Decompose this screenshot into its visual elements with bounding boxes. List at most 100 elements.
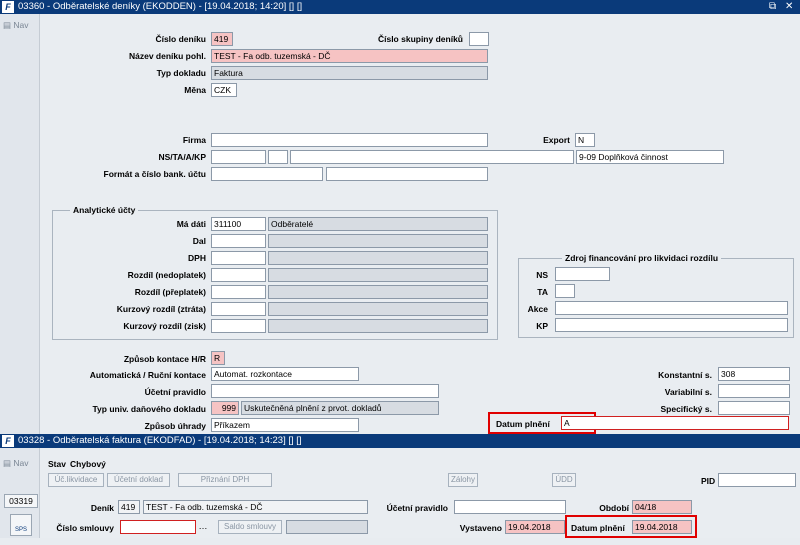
group-zdroj-title: Zdroj financování pro likvidaci rozdílu <box>562 253 722 263</box>
label-obdobi: Období <box>599 503 629 513</box>
window1-title: 03360 - Odběratelské deníky (EKODDEN) - … <box>18 1 303 12</box>
label-datum-plneni: Datum plnění <box>496 419 550 429</box>
field-pid[interactable] <box>718 473 796 487</box>
app-logo-icon-2: F <box>2 435 14 447</box>
field-cislo-deniku[interactable]: 419 <box>211 32 233 46</box>
field-kurz-zisk-name <box>268 319 488 333</box>
restore-icon[interactable]: ⧉ <box>769 0 776 14</box>
field-zdroj-kp[interactable] <box>555 318 788 332</box>
label-pid: PID <box>701 476 716 486</box>
label-variabilni: Variabilní s. <box>664 387 712 397</box>
field-kurz-ztrata-name <box>268 302 488 316</box>
close-icon[interactable]: ✕ <box>785 0 793 14</box>
field-zdroj-ta[interactable] <box>555 284 575 298</box>
field-dph-code[interactable] <box>211 251 266 265</box>
field-obdobi[interactable]: 04/18 <box>632 500 692 514</box>
side-code[interactable]: 03319 <box>4 494 38 508</box>
field-rozdil-ned-code[interactable] <box>211 268 266 282</box>
label-cislo-deniku: Číslo deníku <box>155 34 206 44</box>
field-dal-code[interactable] <box>211 234 266 248</box>
field-zpusob-uhrady[interactable]: Příkazem <box>211 418 359 432</box>
label-export: Export <box>543 135 570 145</box>
field-kurz-zisk-code[interactable] <box>211 319 266 333</box>
field-ucetni-pravidlo-2[interactable] <box>454 500 566 514</box>
label-typ-dokladu: Typ dokladu <box>156 68 206 78</box>
field-zpusob-kontace[interactable]: R <box>211 351 225 365</box>
ucetni-doklad-button[interactable]: Účetní doklad <box>107 473 170 487</box>
label-ma-dati: Má dáti <box>176 219 206 229</box>
window1-nav-column <box>0 14 40 434</box>
saldo-smlouvy-button[interactable]: Saldo smlouvy <box>218 520 282 534</box>
label-zdroj-ta: TA <box>537 287 548 297</box>
udd-button[interactable]: ÚDD <box>552 473 576 487</box>
field-auto-rucni[interactable]: Automat. rozkontace <box>211 367 359 381</box>
field-export[interactable]: N <box>575 133 595 147</box>
field-vystaveno[interactable]: 19.04.2018 <box>505 520 565 534</box>
field-typ-univ-name: Uskutečněná plnění z prvot. dokladů <box>241 401 439 415</box>
label-zpusob-kontace: Způsob kontace H/R <box>123 354 206 364</box>
app-logo-icon: F <box>2 1 14 13</box>
label-ucetni-pravidlo-2: Účetní pravidlo <box>386 503 448 513</box>
field-cislo-smlouvy[interactable] <box>120 520 196 534</box>
label-rozdil-preplatek: Rozdíl (přeplatek) <box>134 287 206 297</box>
field-datum-plneni-2[interactable]: 19.04.2018 <box>632 520 692 534</box>
sps-icon[interactable]: SPS <box>10 514 32 536</box>
field-zdroj-akce[interactable] <box>555 301 788 315</box>
stav-label: Stav <box>48 459 66 469</box>
window2-nav-button[interactable]: ▤ Nav <box>3 458 35 470</box>
field-kp[interactable]: 9-09 Doplňková činnost <box>576 150 724 164</box>
window1-nav-button[interactable]: ▤ Nav <box>3 20 35 32</box>
nav-icon: ▤ <box>3 20 12 30</box>
field-ns[interactable] <box>211 150 266 164</box>
field-dal-name <box>268 234 488 248</box>
field-ma-dati-name: Odběratelé <box>268 217 488 231</box>
field-rozdil-ned-name <box>268 268 488 282</box>
window2-titlebar: F 03328 - Odběratelská faktura (EKODFAD)… <box>0 434 800 448</box>
field-akce[interactable] <box>290 150 574 164</box>
field-rozdil-pre-code[interactable] <box>211 285 266 299</box>
window1-titlebar: F 03360 - Odběratelské deníky (EKODDEN) … <box>0 0 800 14</box>
label-kurz-ztrata: Kurzový rozdíl (ztráta) <box>116 304 206 314</box>
field-specificky[interactable] <box>718 401 790 415</box>
field-variabilni[interactable] <box>718 384 790 398</box>
label-vystaveno: Vystaveno <box>459 523 502 533</box>
field-format-2[interactable] <box>326 167 488 181</box>
field-typ-univ-code[interactable]: 999 <box>211 401 239 415</box>
field-denik-name: TEST - Fa odb. tuzemská - DČ <box>143 500 368 514</box>
label-firma: Firma <box>182 135 206 145</box>
label-specificky: Specifický s. <box>660 404 712 414</box>
field-firma[interactable] <box>211 133 488 147</box>
label-typ-univ: Typ univ. daňového dokladu <box>92 404 207 414</box>
field-rozdil-pre-name <box>268 285 488 299</box>
field-mena[interactable]: CZK <box>211 83 237 97</box>
uc-likvidace-button[interactable]: Úč.likvidace <box>48 473 104 487</box>
field-saldo <box>286 520 368 534</box>
field-ta[interactable] <box>268 150 288 164</box>
label-dal: Dal <box>192 236 206 246</box>
nav-label: Nav <box>13 20 29 30</box>
label-datum-plneni-2: Datum plnění <box>571 523 625 533</box>
label-zdroj-ns: NS <box>536 270 548 280</box>
ellipsis-button[interactable]: … <box>198 520 208 534</box>
nav-label-2: Nav <box>13 458 29 468</box>
zalohy-button[interactable]: Zálohy <box>448 473 478 487</box>
window2-title: 03328 - Odběratelská faktura (EKODFAD) -… <box>18 435 302 446</box>
field-konstantni[interactable]: 308 <box>718 367 790 381</box>
field-cislo-skupiny[interactable] <box>469 32 489 46</box>
label-cislo-smlouvy: Číslo smlouvy <box>56 523 114 533</box>
field-zdroj-ns[interactable] <box>555 267 610 281</box>
field-kurz-ztrata-code[interactable] <box>211 302 266 316</box>
label-denik: Deník <box>90 503 114 513</box>
label-konstantni: Konstantní s. <box>658 370 712 380</box>
stav-value: Chybový <box>70 459 106 469</box>
field-format-1[interactable] <box>211 167 323 181</box>
label-ucetni-pravidlo: Účetní pravidlo <box>144 387 206 397</box>
field-nazev-deniku[interactable]: TEST - Fa odb. tuzemská - DČ <box>211 49 488 63</box>
priznani-dph-button[interactable]: Přiznání DPH <box>178 473 272 487</box>
group-analyticke-title: Analytické účty <box>70 205 139 215</box>
field-ucetni-pravidlo[interactable] <box>211 384 439 398</box>
field-datum-plneni[interactable]: A <box>561 416 789 430</box>
label-auto-rucni: Automatická / Ruční kontace <box>89 370 206 380</box>
field-ma-dati-code[interactable]: 311100 <box>211 217 266 231</box>
field-denik-code[interactable]: 419 <box>118 500 140 514</box>
